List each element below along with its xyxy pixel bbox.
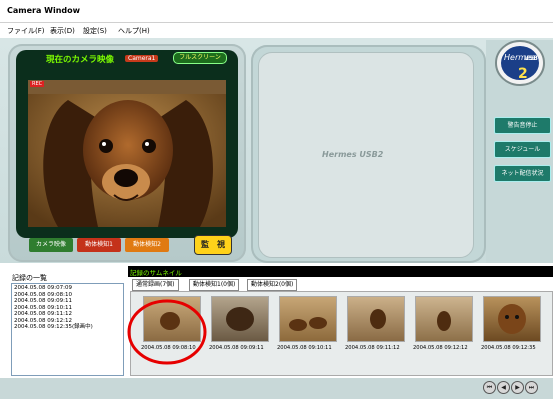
motion-detect-2-button[interactable]: 動体検知2 [125,238,169,252]
thumbnail-header: 記録のサムネイル [128,266,553,277]
thumbnail-header-label: 記録のサムネイル [130,269,182,277]
menu-settings[interactable]: 設定(S) [83,26,107,36]
window-title: Camera Window [7,6,81,15]
thumbnail-item[interactable]: 2004.05.08 09:09:11 [209,296,270,360]
list-item[interactable]: 2004.05.08 09:12:35(録画中) [14,324,121,331]
tab-motion-1[interactable]: 動体検知1(0個) [189,279,240,291]
camera-name-badge: Camera1 [125,55,159,62]
thumbnail-caption: 2004.05.08 09:11:12 [345,345,400,351]
menu-view[interactable]: 表示(D) [50,26,75,36]
monitor-button[interactable]: 監 視 [194,235,232,255]
thumbnail-image[interactable] [415,296,473,342]
previous-icon[interactable]: ◀ [497,381,510,394]
thumbnail-item[interactable]: 2004.05.08 09:10:11 [277,296,338,360]
thumbnail-item[interactable]: 2004.05.08 09:12:12 [413,296,474,360]
rec-badge: REC [30,81,45,87]
bottom-bar [0,378,553,399]
thumbnail-item[interactable]: 2004.05.08 09:11:12 [345,296,406,360]
live-camera-image: REC [28,80,226,227]
brand-logo: Hermes USB 2 [494,38,546,88]
thumbnail-image[interactable] [279,296,337,342]
last-icon[interactable]: ⏭ [525,381,538,394]
thumbnail-image[interactable] [211,296,269,342]
stop-alarm-button[interactable]: 警告音停止 [494,117,551,134]
records-list[interactable]: 2004.05.08 09:07:09 2004.05.08 09:08:10 … [11,283,124,376]
thumbnail-caption: 2004.05.08 09:12:12 [413,345,468,351]
camera-title: 現在のカメラ映像 [46,55,115,65]
menu-file[interactable]: ファイル(F) [7,26,45,36]
menu-bar: ファイル(F) 表示(D) 設定(S) ヘルプ(H) [0,22,553,39]
svg-text:2: 2 [518,66,528,82]
title-bar: Camera Window [0,0,553,22]
records-label: 記録の一覧 [12,274,47,282]
motion-detect-1-button[interactable]: 動体検知1 [77,238,121,252]
thumbnail-caption: 2004.05.08 09:10:11 [277,345,332,351]
thumbnail-image[interactable] [483,296,541,342]
thumbnail-item[interactable]: 2004.05.08 09:12:35 [481,296,542,360]
thumbnail-caption: 2004.05.08 09:09:11 [209,345,264,351]
camera-view-button[interactable]: カメラ映像 [29,238,73,252]
schedule-button[interactable]: スケジュール [494,141,551,158]
fullscreen-button[interactable]: フルスクリーン [173,52,227,64]
svg-text:USB: USB [524,55,538,62]
first-icon[interactable]: ⏮ [483,381,496,394]
tab-normal-recording[interactable]: 通常録画(7個) [132,279,179,291]
center-logo: Hermes USB2 [322,150,384,159]
thumbnail-image[interactable] [347,296,405,342]
next-icon[interactable]: ▶ [511,381,524,394]
thumbnail-caption: 2004.05.08 09:12:35 [481,345,536,351]
highlight-circle [126,298,208,366]
menu-help[interactable]: ヘルプ(H) [118,26,150,36]
net-stream-status-button[interactable]: ネット配信状況 [494,165,551,182]
tab-motion-2[interactable]: 動体検知2(0個) [247,279,298,291]
